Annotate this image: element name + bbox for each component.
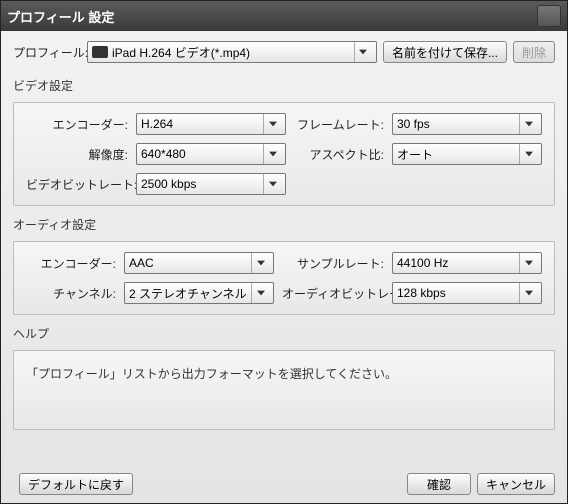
audio-section-label: オーディオ設定: [13, 216, 555, 233]
footer: デフォルトに戻す 確認 キャンセル: [13, 467, 555, 495]
chevron-down-icon: [354, 42, 372, 62]
audio-encoder-label: エンコーダー:: [26, 255, 116, 272]
profile-label: プロフィール:: [13, 44, 81, 61]
chevron-down-icon: [263, 174, 281, 194]
help-box: 「プロフィール」リストから出力フォーマットを選択してください。: [13, 350, 555, 430]
profile-value: iPad H.264 ビデオ(*.mp4): [112, 44, 354, 61]
video-bitrate-select[interactable]: 2500 kbps: [136, 173, 286, 195]
help-text: 「プロフィール」リストから出力フォーマットを選択してください。: [26, 367, 397, 381]
video-bitrate-label: ビデオビットレート:: [26, 176, 128, 193]
help-section-label: ヘルプ: [13, 325, 555, 342]
delete-button[interactable]: 削除: [513, 41, 555, 63]
profile-row: プロフィール: iPad H.264 ビデオ(*.mp4) 名前を付けて保存..…: [13, 41, 555, 63]
resolution-label: 解像度:: [26, 146, 128, 163]
resolution-select[interactable]: 640*480: [136, 143, 286, 165]
video-encoder-select[interactable]: H.264: [136, 113, 286, 135]
chevron-down-icon: [263, 114, 281, 134]
audio-bitrate-select[interactable]: 128 kbps: [392, 282, 542, 304]
video-encoder-label: エンコーダー:: [26, 116, 128, 133]
cancel-button[interactable]: キャンセル: [477, 473, 555, 495]
video-section-label: ビデオ設定: [13, 77, 555, 94]
video-settings-group: エンコーダー: H.264 フレームレート: 30 fps 解像度: 640*4…: [13, 102, 555, 206]
frame-rate-select[interactable]: 30 fps: [392, 113, 542, 135]
sample-rate-label: サンプルレート:: [282, 255, 384, 272]
aspect-select[interactable]: オート: [392, 143, 542, 165]
channel-label: チャンネル:: [26, 285, 116, 302]
chevron-down-icon: [519, 283, 537, 303]
aspect-label: アスペクト比:: [294, 146, 384, 163]
titlebar: プロフィール 設定: [1, 1, 567, 31]
content: プロフィール: iPad H.264 ビデオ(*.mp4) 名前を付けて保存..…: [1, 31, 567, 503]
chevron-down-icon: [263, 144, 281, 164]
chevron-down-icon: [251, 283, 269, 303]
close-button[interactable]: [537, 5, 561, 27]
audio-bitrate-label: オーディオビットレート:: [282, 285, 384, 302]
device-icon: [92, 46, 108, 58]
chevron-down-icon: [519, 253, 537, 273]
window-title: プロフィール 設定: [7, 7, 114, 26]
audio-settings-group: エンコーダー: AAC サンプルレート: 44100 Hz チャンネル: 2 ス…: [13, 241, 555, 315]
chevron-down-icon: [251, 253, 269, 273]
audio-encoder-select[interactable]: AAC: [124, 252, 274, 274]
frame-rate-label: フレームレート:: [294, 116, 384, 133]
profile-select[interactable]: iPad H.264 ビデオ(*.mp4): [87, 41, 377, 63]
chevron-down-icon: [519, 144, 537, 164]
window: プロフィール 設定 プロフィール: iPad H.264 ビデオ(*.mp4) …: [0, 0, 568, 504]
sample-rate-select[interactable]: 44100 Hz: [392, 252, 542, 274]
chevron-down-icon: [519, 114, 537, 134]
channel-select[interactable]: 2 ステレオチャンネル: [124, 282, 274, 304]
default-reset-button[interactable]: デフォルトに戻す: [19, 473, 133, 495]
ok-button[interactable]: 確認: [407, 473, 471, 495]
save-as-button[interactable]: 名前を付けて保存...: [383, 41, 507, 63]
